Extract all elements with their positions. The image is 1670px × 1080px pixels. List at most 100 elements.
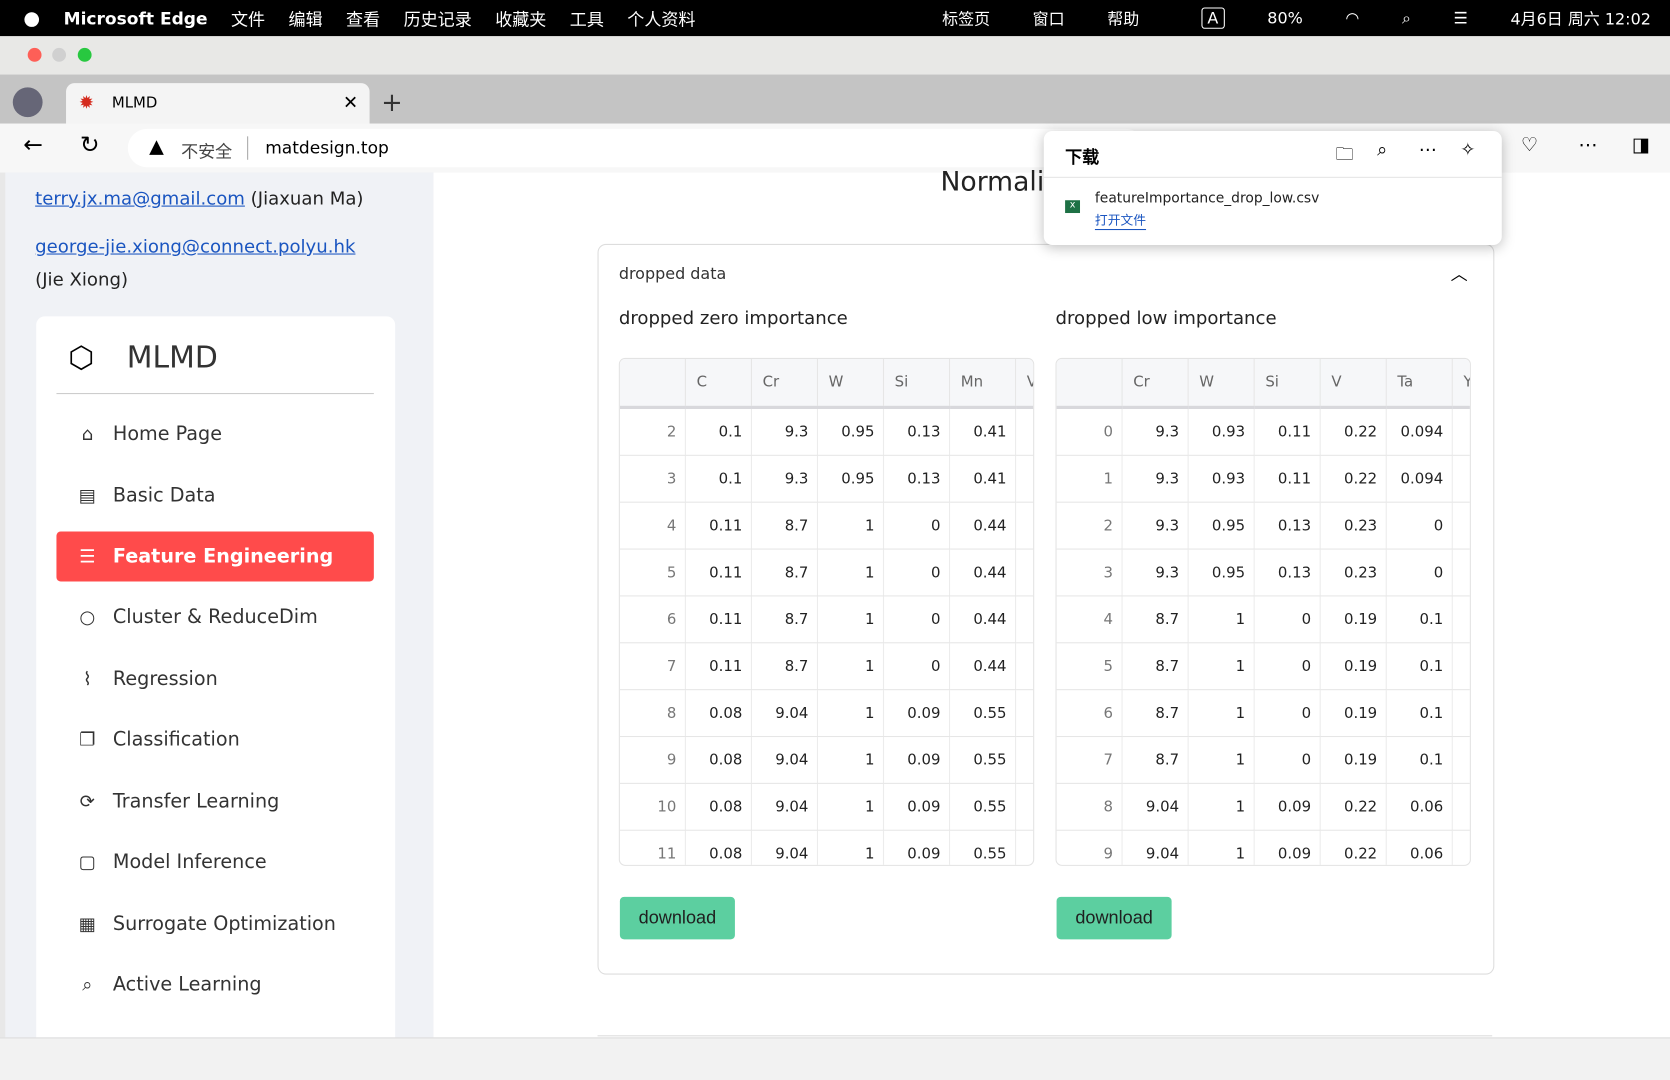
table-cell[interactable]: 0.1 (685, 407, 752, 456)
table-cell[interactable]: 0.11 (1254, 407, 1321, 456)
table-cell[interactable]: 0.22 (1320, 783, 1387, 831)
back-icon[interactable]: ← (23, 132, 43, 159)
table-cell[interactable] (1452, 407, 1470, 456)
reload-icon[interactable]: ↻ (80, 132, 100, 159)
email-link-ma[interactable]: terry.jx.ma@gmail.com (35, 189, 245, 210)
table-cell[interactable]: ( (1015, 830, 1034, 865)
column-header[interactable]: W (817, 358, 885, 409)
table-cell[interactable]: 1 (817, 830, 885, 865)
table-cell[interactable]: ( (1015, 736, 1034, 784)
column-header[interactable]: V (1015, 358, 1034, 409)
expander-label[interactable]: dropped data (619, 264, 726, 283)
table-cell[interactable] (1452, 502, 1470, 550)
table-cell[interactable]: 9.04 (751, 783, 818, 831)
column-header[interactable]: Cr (751, 358, 818, 409)
table-cell[interactable]: 9.3 (751, 407, 818, 456)
control-center-icon[interactable]: ☰ (1454, 9, 1468, 28)
row-index[interactable]: 7 (1056, 736, 1123, 784)
table-cell[interactable]: 9.04 (751, 689, 818, 738)
row-index[interactable]: 2 (1056, 502, 1123, 550)
table-cell[interactable]: 8.7 (751, 549, 818, 597)
row-index[interactable]: 9 (1056, 830, 1123, 865)
table-cell[interactable]: ( (1015, 595, 1034, 644)
table-cell[interactable]: 0.094 (1386, 455, 1453, 503)
table-cell[interactable]: 0 (883, 549, 951, 597)
wifi-icon[interactable]: ◠ (1345, 9, 1359, 28)
table-cell[interactable]: 0.23 (1320, 502, 1387, 550)
email-link-xiong[interactable]: george-jie.xiong@connect.polyu.hk (35, 236, 355, 257)
row-index[interactable]: 8 (1056, 783, 1123, 831)
table-cell[interactable]: 0.09 (883, 736, 951, 784)
column-header[interactable]: Y (1452, 358, 1470, 409)
input-method-icon[interactable]: A (1200, 7, 1225, 29)
dropped-low-importance-table[interactable]: CrWSiVTaY09.30.930.110.220.09419.30.930.… (1055, 357, 1471, 866)
table-cell[interactable]: 1 (817, 502, 885, 550)
table-cell[interactable]: 0 (883, 642, 951, 691)
tab-mlmd[interactable]: ✹ MLMD ✕ (66, 83, 370, 126)
menu-history[interactable]: 历史记录 (404, 5, 472, 31)
nav-active-learning[interactable]: ⌕ Active Learning (56, 960, 373, 1010)
table-cell[interactable]: 0.11 (685, 595, 752, 644)
table-cell[interactable]: 0.19 (1320, 595, 1387, 644)
chevron-up-icon[interactable]: ︿ (1451, 260, 1468, 286)
table-cell[interactable]: 1 (1188, 736, 1255, 784)
table-cell[interactable]: 1 (817, 595, 885, 644)
apple-icon[interactable]: ● (23, 7, 40, 29)
profile-avatar[interactable] (12, 87, 43, 118)
menu-favorites[interactable]: 收藏夹 (495, 5, 546, 31)
more-menu-icon[interactable]: ⋯ (1578, 134, 1597, 156)
table-cell[interactable]: 0.13 (1254, 549, 1321, 597)
table-cell[interactable]: ( (1015, 455, 1034, 503)
row-index[interactable]: 5 (619, 549, 686, 597)
table-cell[interactable]: 0 (883, 502, 951, 550)
menu-window[interactable]: 窗口 (1033, 7, 1065, 29)
nav-feature-engineering[interactable]: ☰ Feature Engineering (56, 531, 374, 582)
table-cell[interactable]: ( (1015, 407, 1034, 456)
row-index[interactable]: 4 (1056, 595, 1123, 644)
nav-model-inference[interactable]: ▢ Model Inference (56, 837, 373, 887)
table-cell[interactable]: 0.13 (883, 455, 951, 503)
row-index[interactable]: 2 (619, 407, 686, 456)
pin-icon[interactable]: ✧ (1460, 140, 1475, 161)
nav-classification[interactable]: ❐ Classification (56, 715, 373, 765)
row-index[interactable]: 10 (619, 783, 686, 831)
table-cell[interactable]: 0.19 (1320, 642, 1387, 691)
download-low-importance-button[interactable]: download (1056, 896, 1172, 940)
table-cell[interactable]: 0.09 (883, 830, 951, 865)
column-header[interactable]: Si (1254, 358, 1321, 409)
row-index[interactable]: 1 (1056, 455, 1123, 503)
table-cell[interactable]: 0.09 (883, 689, 951, 738)
new-tab-button[interactable]: + (381, 87, 402, 117)
menu-tabs[interactable]: 标签页 (942, 7, 990, 29)
table-cell[interactable]: 9.04 (751, 736, 818, 784)
table-cell[interactable]: 0.95 (817, 407, 885, 456)
table-cell[interactable]: 9.04 (1122, 783, 1189, 831)
browser-essentials-icon[interactable]: ♡ (1521, 134, 1538, 156)
table-cell[interactable]: 0.09 (1254, 830, 1321, 865)
table-cell[interactable]: 0.55 (949, 783, 1017, 831)
table-cell[interactable]: 8.7 (1122, 689, 1189, 738)
table-cell[interactable]: ( (1015, 642, 1034, 691)
nav-transfer-learning[interactable]: ⟳ Transfer Learning (56, 776, 373, 826)
table-cell[interactable]: 0.22 (1320, 407, 1387, 456)
table-cell[interactable]: 1 (1188, 783, 1255, 831)
row-index[interactable]: 6 (619, 595, 686, 644)
table-cell[interactable]: 9.04 (1122, 830, 1189, 865)
table-cell[interactable]: 0.08 (685, 689, 752, 738)
more-icon[interactable]: ⋯ (1419, 140, 1437, 161)
column-header[interactable]: W (1188, 358, 1255, 409)
menu-tools[interactable]: 工具 (570, 5, 604, 31)
table-cell[interactable]: 1 (817, 783, 885, 831)
table-cell[interactable]: ( (1015, 502, 1034, 550)
table-cell[interactable]: 0.08 (685, 783, 752, 831)
table-cell[interactable]: 0 (1254, 689, 1321, 738)
table-cell[interactable] (1452, 642, 1470, 691)
table-cell[interactable]: 1 (1188, 642, 1255, 691)
table-cell[interactable]: 1 (817, 689, 885, 738)
app-name[interactable]: Microsoft Edge (64, 8, 208, 28)
row-index[interactable]: 7 (619, 642, 686, 691)
table-cell[interactable]: 9.3 (1122, 455, 1189, 503)
table-cell[interactable]: 0.95 (1188, 549, 1255, 597)
table-cell[interactable]: ( (1015, 549, 1034, 597)
table-cell[interactable]: 8.7 (751, 502, 818, 550)
